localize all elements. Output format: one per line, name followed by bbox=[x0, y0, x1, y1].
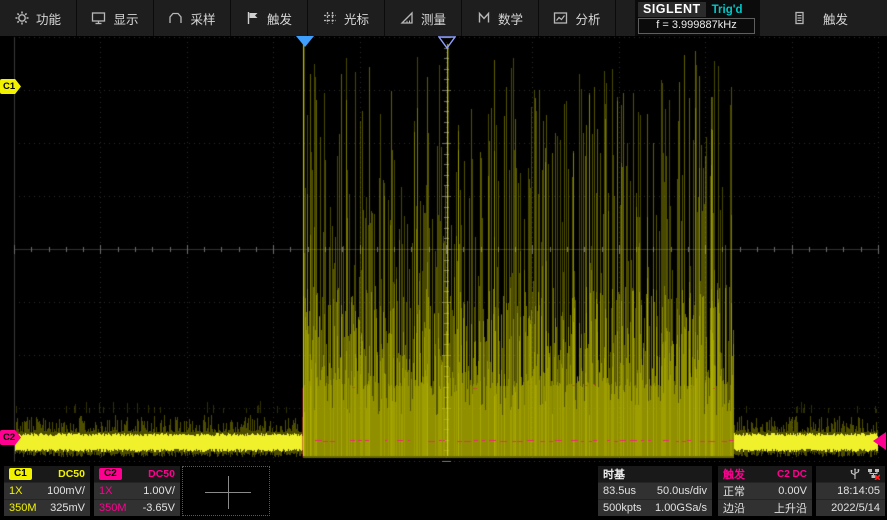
menu-item-label: 光标 bbox=[344, 9, 369, 28]
cursor-icon bbox=[323, 11, 337, 25]
timebase-delay: 83.5us bbox=[603, 485, 636, 497]
trigger-position-marker[interactable] bbox=[296, 36, 314, 47]
measure-icon bbox=[400, 11, 414, 25]
menu-item-label: 测量 bbox=[421, 9, 446, 28]
trigger-flag-icon bbox=[246, 11, 260, 25]
c2-offset: -3.65V bbox=[143, 502, 175, 514]
menu-item-math[interactable]: 数学 bbox=[462, 0, 539, 36]
timebase-descriptor[interactable]: 时基 83.5us 50.0us/div 500kpts 1.00GSa/s bbox=[598, 466, 712, 516]
usb-icon bbox=[849, 468, 861, 480]
menu-item-label: 触发 bbox=[267, 9, 292, 28]
timebase-memory: 500kpts bbox=[603, 502, 642, 514]
c1-bandwidth: 350M bbox=[9, 502, 37, 514]
menu-item-trigger[interactable]: 触发 bbox=[231, 0, 308, 36]
lan-disconnected-icon bbox=[867, 468, 880, 480]
oscilloscope-ui: 功能 显示 采样 触发 bbox=[0, 0, 887, 520]
c2-vdiv: 1.00V/ bbox=[143, 485, 175, 497]
math-icon bbox=[477, 11, 491, 25]
waveform-canvas[interactable] bbox=[0, 36, 887, 462]
menu-item-cursor[interactable]: 光标 bbox=[308, 0, 385, 36]
c1-probe: 1X bbox=[9, 485, 22, 497]
system-time: 18:14:05 bbox=[837, 485, 880, 497]
trigger-mode: 正常 bbox=[723, 483, 745, 499]
timebase-title: 时基 bbox=[603, 466, 625, 482]
c1-badge: C1 bbox=[9, 468, 32, 480]
trigger-source: C2 DC bbox=[777, 469, 807, 480]
c2-coupling: DC50 bbox=[148, 468, 175, 480]
horizontal-center-marker[interactable] bbox=[438, 36, 456, 49]
menu-item-acquire[interactable]: 采样 bbox=[154, 0, 231, 36]
timebase-samplerate: 1.00GSa/s bbox=[655, 502, 707, 514]
logo-block: SIGLENT Trig'd f = 3.999887kHz bbox=[635, 0, 759, 36]
c1-vdiv: 100mV/ bbox=[47, 485, 85, 497]
trigger-type: 边沿 bbox=[723, 500, 745, 516]
trigger-level-marker[interactable] bbox=[873, 432, 886, 450]
list-icon bbox=[793, 11, 806, 25]
display-icon bbox=[91, 11, 106, 25]
c2-probe: 1X bbox=[99, 485, 112, 497]
trigger-title: 触发 bbox=[723, 466, 745, 482]
add-channel-crosshair bbox=[228, 476, 229, 509]
siglent-logo: SIGLENT bbox=[638, 2, 706, 17]
menu-item-display[interactable]: 显示 bbox=[77, 0, 154, 36]
menu-item-measure[interactable]: 测量 bbox=[385, 0, 462, 36]
trigger-status-badge: Trig'd bbox=[712, 4, 743, 16]
menu-item-label: 分析 bbox=[575, 9, 600, 28]
top-menu-bar: 功能 显示 采样 触发 bbox=[0, 0, 887, 36]
system-date: 2022/5/14 bbox=[831, 502, 880, 514]
c2-bandwidth: 350M bbox=[99, 502, 127, 514]
bottom-status-bar: C1 DC50 1X 100mV/ 350M 325mV C2 DC50 1X … bbox=[0, 462, 887, 520]
waveform-display[interactable]: C1 C2 bbox=[0, 36, 887, 462]
menu-item-trigger-panel[interactable]: 触发 bbox=[759, 0, 887, 36]
trigger-slope: 上升沿 bbox=[774, 500, 807, 516]
add-channel-placeholder[interactable] bbox=[182, 466, 270, 516]
menu-item-label: 功能 bbox=[36, 9, 61, 28]
menu-item-analysis[interactable]: 分析 bbox=[539, 0, 616, 36]
trigger-frequency-readout: f = 3.999887kHz bbox=[638, 18, 755, 34]
analysis-icon bbox=[553, 11, 568, 25]
timebase-tdiv: 50.0us/div bbox=[657, 485, 707, 497]
menu-item-label: 显示 bbox=[113, 9, 138, 28]
system-status: 18:14:05 2022/5/14 bbox=[816, 466, 885, 516]
channel2-descriptor[interactable]: C2 DC50 1X 1.00V/ 350M -3.65V bbox=[94, 466, 180, 516]
menu-item-function[interactable]: 功能 bbox=[0, 0, 77, 36]
menu-item-label: 数学 bbox=[498, 9, 523, 28]
c1-offset: 325mV bbox=[50, 502, 85, 514]
acquire-icon bbox=[168, 11, 183, 25]
menu-item-label: 触发 bbox=[823, 9, 848, 28]
channel1-descriptor[interactable]: C1 DC50 1X 100mV/ 350M 325mV bbox=[4, 466, 90, 516]
trigger-level: 0.00V bbox=[778, 485, 807, 497]
c1-coupling: DC50 bbox=[58, 468, 85, 480]
c2-badge: C2 bbox=[99, 468, 122, 480]
trigger-descriptor[interactable]: 触发 C2 DC 正常 0.00V 边沿 上升沿 bbox=[718, 466, 812, 516]
gear-icon bbox=[15, 11, 29, 25]
menu-item-label: 采样 bbox=[190, 9, 215, 28]
